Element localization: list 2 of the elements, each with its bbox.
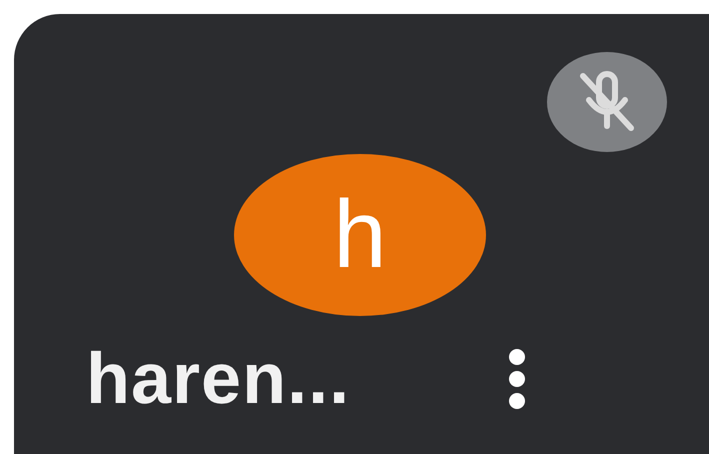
avatar: h [234,154,486,316]
participant-name: haren... [86,338,350,420]
